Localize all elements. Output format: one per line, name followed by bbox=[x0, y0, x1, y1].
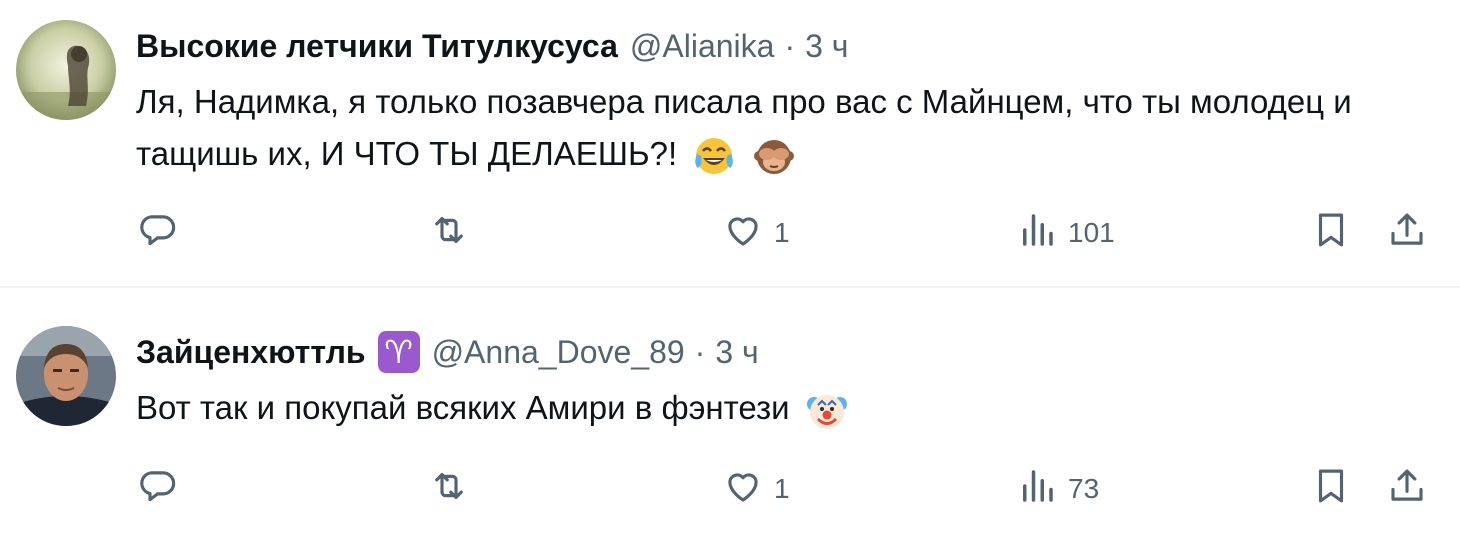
repost-button[interactable] bbox=[428, 464, 480, 514]
reply-button[interactable] bbox=[136, 464, 188, 514]
reply-icon bbox=[136, 465, 178, 514]
tweet[interactable]: Высокие летчики Титулкусуса @Alianika · … bbox=[0, 0, 1460, 288]
tweet-text: Ля, Надимка, я только позавчера писала п… bbox=[136, 76, 1426, 180]
tweet-header: Высокие летчики Титулкусуса @Alianika · … bbox=[136, 24, 848, 68]
share-icon bbox=[1386, 465, 1428, 514]
see-no-evil-monkey-icon bbox=[752, 134, 796, 178]
separator-dot: · bbox=[694, 333, 706, 370]
tweet-text-content: Ля, Надимка, я только позавчера писала п… bbox=[136, 83, 1352, 172]
like-icon bbox=[722, 209, 764, 258]
tweet-actions: 1 73 bbox=[0, 464, 1460, 514]
tweet[interactable]: Зайценхюттль ♈ @Anna_Dove_89 · 3 ч Вот т… bbox=[0, 288, 1460, 536]
reply-icon bbox=[136, 209, 178, 258]
avatar[interactable] bbox=[16, 20, 116, 120]
views-icon bbox=[1016, 209, 1058, 258]
avatar[interactable] bbox=[16, 326, 116, 426]
author-name[interactable]: Высокие летчики Титулкусуса bbox=[136, 28, 618, 65]
face-with-tears-of-joy-icon bbox=[692, 134, 736, 178]
reply-button[interactable] bbox=[136, 208, 188, 258]
author-handle[interactable]: @Anna_Dove_89 bbox=[432, 334, 685, 371]
clown-face-icon bbox=[805, 388, 849, 432]
views-icon bbox=[1016, 465, 1058, 514]
share-icon bbox=[1386, 209, 1428, 258]
aries-badge: ♈ bbox=[377, 331, 420, 373]
timestamp[interactable]: 3 ч bbox=[805, 28, 848, 65]
repost-icon bbox=[428, 209, 470, 258]
timestamp[interactable]: 3 ч bbox=[715, 334, 758, 371]
repost-icon bbox=[428, 465, 470, 514]
share-button[interactable] bbox=[1386, 464, 1428, 514]
tweet-text: Вот так и покупай всяких Амири в фэнтези bbox=[136, 382, 1426, 434]
views-count: 73 bbox=[1068, 473, 1100, 504]
author-handle[interactable]: @Alianika bbox=[630, 28, 775, 65]
like-button[interactable]: 1 bbox=[722, 208, 790, 258]
share-button[interactable] bbox=[1386, 208, 1428, 258]
repost-button[interactable] bbox=[428, 208, 480, 258]
like-count: 1 bbox=[774, 473, 790, 504]
bookmark-button[interactable] bbox=[1310, 208, 1352, 258]
like-icon bbox=[722, 465, 764, 514]
bookmark-button[interactable] bbox=[1310, 464, 1352, 514]
separator-dot: · bbox=[784, 27, 796, 64]
like-button[interactable]: 1 bbox=[722, 464, 790, 514]
tweet-text-content: Вот так и покупай всяких Амири в фэнтези bbox=[136, 389, 790, 426]
views-count: 101 bbox=[1068, 217, 1115, 248]
bookmark-icon bbox=[1310, 465, 1352, 514]
like-count: 1 bbox=[774, 217, 790, 248]
views-button[interactable]: 101 bbox=[1016, 208, 1115, 258]
author-name[interactable]: Зайценхюттль bbox=[136, 334, 366, 371]
bookmark-icon bbox=[1310, 209, 1352, 258]
tweet-actions: 1 101 bbox=[0, 208, 1460, 258]
views-button[interactable]: 73 bbox=[1016, 464, 1099, 514]
tweet-header: Зайценхюттль ♈ @Anna_Dove_89 · 3 ч bbox=[136, 330, 759, 374]
